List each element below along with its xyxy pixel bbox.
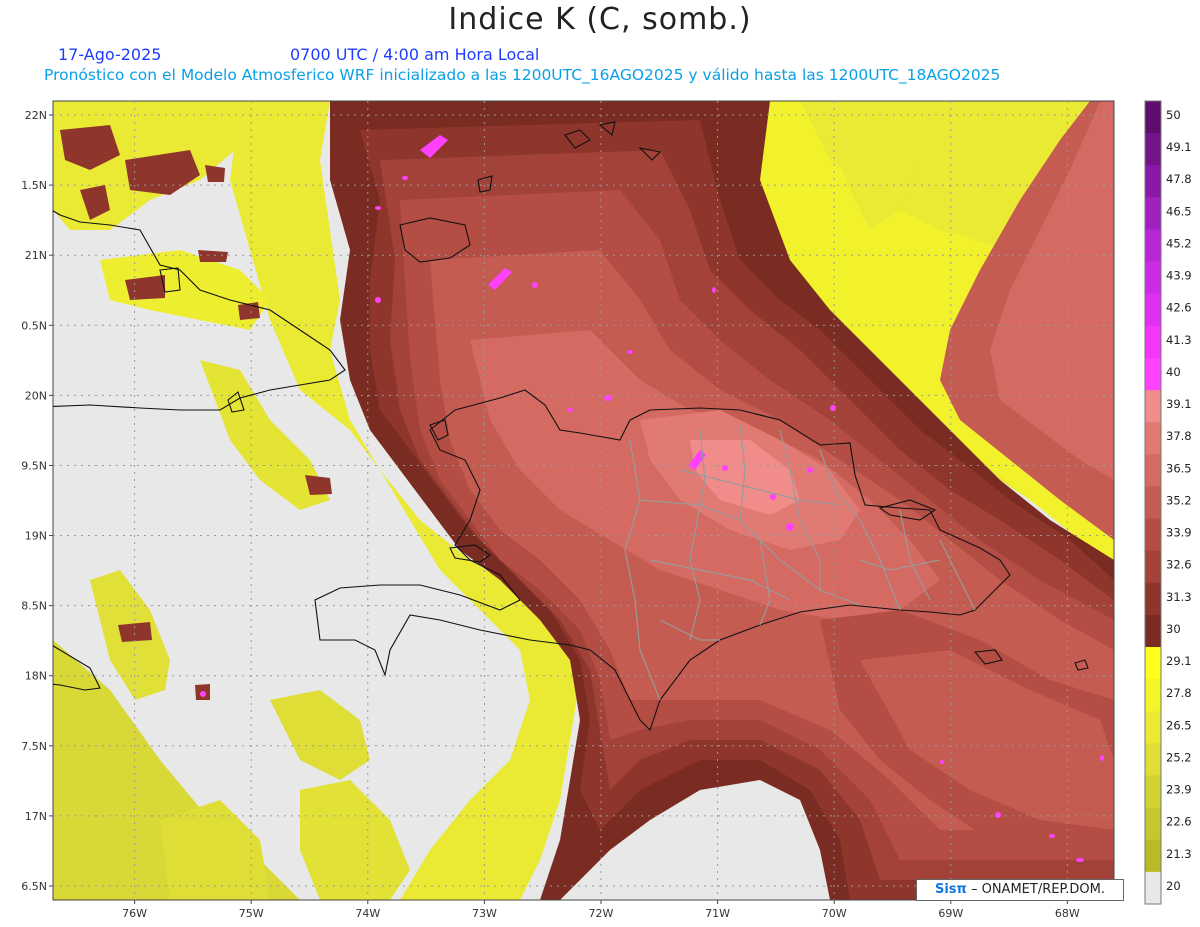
credit-box: Sisπ – ONAMET/REP.DOM. [916,879,1124,901]
colorbar-swatch [1145,165,1161,198]
k-index-field [53,101,1114,900]
colorbar-swatch [1145,679,1161,712]
colorbar-swatch [1145,261,1161,295]
colorbar-label: 20 [1166,879,1181,893]
colorbar-swatch [1145,614,1161,648]
lon-tick-label: 76W [122,907,147,920]
colorbar: 50 49.1 47.8 46.5 45.2 43.9 42.6 41.3 40 39.1 37.8… [1144,100,1192,905]
lat-tick-label: 20N [25,389,47,402]
colorbar-swatch [1145,871,1161,905]
colorbar-swatch [1145,743,1161,777]
colorbar-label: 23.9 [1166,783,1192,797]
colorbar-swatch [1145,422,1161,455]
lat-tick-label: 19N [25,530,47,543]
colorbar-swatch [1145,454,1161,487]
lat-tick-label: 8.5N [21,600,47,613]
colorbar-swatch [1145,390,1161,423]
colorbar-label: 30 [1166,622,1181,636]
k-index-map: 76W 75W 74W 73W 72W 71W 70W 69W 68W 22N 1.5N 21N 0.5… [21,100,1192,920]
lon-tick-label: 68W [1055,907,1080,920]
colorbar-swatch [1145,839,1161,873]
colorbar-label: 26.5 [1166,718,1192,732]
colorbar-swatch [1145,582,1161,616]
lon-tick-label: 72W [589,907,614,920]
colorbar-label: 35.2 [1166,493,1192,507]
lat-tick-label: 17N [25,810,47,823]
sispi-logo: Sisπ [934,882,967,897]
colorbar-swatch [1145,775,1161,809]
colorbar-swatch [1145,325,1161,359]
colorbar-swatch [1145,197,1161,230]
colorbar-label: 45.2 [1166,236,1192,250]
lon-tick-label: 71W [705,907,730,920]
colorbar-label: 29.1 [1166,654,1192,668]
lat-tick-label: 0.5N [21,319,47,332]
lat-tick-label: 6.5N [21,880,47,893]
colorbar-swatch [1145,101,1161,134]
lat-tick-label: 18N [25,670,47,683]
colorbar-label: 33.9 [1166,526,1192,540]
lon-tick-label: 73W [472,907,497,920]
colorbar-label: 40 [1166,365,1181,379]
colorbar-label: 36.5 [1166,461,1192,475]
lon-tick-label: 74W [355,907,380,920]
lat-tick-label: 21N [25,249,47,262]
credit-text: – ONAMET/REP.DOM. [970,882,1105,897]
colorbar-label: 41.3 [1166,333,1192,347]
colorbar-label: 27.8 [1166,686,1192,700]
colorbar-swatch [1145,486,1161,520]
colorbar-swatch [1145,550,1161,584]
lat-tick-label: 22N [25,109,47,122]
colorbar-label: 25.2 [1166,750,1192,764]
colorbar-label: 32.6 [1166,558,1192,572]
colorbar-swatch [1145,357,1161,391]
colorbar-swatch [1145,518,1161,552]
lat-tick-label: 7.5N [21,740,47,753]
colorbar-swatch [1145,647,1161,680]
lon-tick-label: 70W [822,907,847,920]
colorbar-label: 37.8 [1166,429,1192,443]
colorbar-swatch [1145,133,1161,166]
colorbar-label: 47.8 [1166,172,1192,186]
lat-tick-label: 1.5N [21,179,47,192]
lon-tick-label: 75W [239,907,264,920]
colorbar-label: 43.9 [1166,269,1192,283]
colorbar-label: 31.3 [1166,590,1192,604]
colorbar-label: 42.6 [1166,301,1192,315]
lon-tick-label: 69W [938,907,963,920]
colorbar-swatch [1145,807,1161,841]
colorbar-label: 50 [1166,108,1181,122]
colorbar-swatch [1145,229,1161,263]
colorbar-label: 46.5 [1166,204,1192,218]
colorbar-swatch [1145,293,1161,327]
colorbar-label: 39.1 [1166,397,1192,411]
lat-tick-label: 9.5N [21,459,47,472]
colorbar-label: 21.3 [1166,847,1192,861]
colorbar-label: 49.1 [1166,140,1192,154]
colorbar-label: 22.6 [1166,815,1192,829]
colorbar-swatch [1145,711,1161,744]
